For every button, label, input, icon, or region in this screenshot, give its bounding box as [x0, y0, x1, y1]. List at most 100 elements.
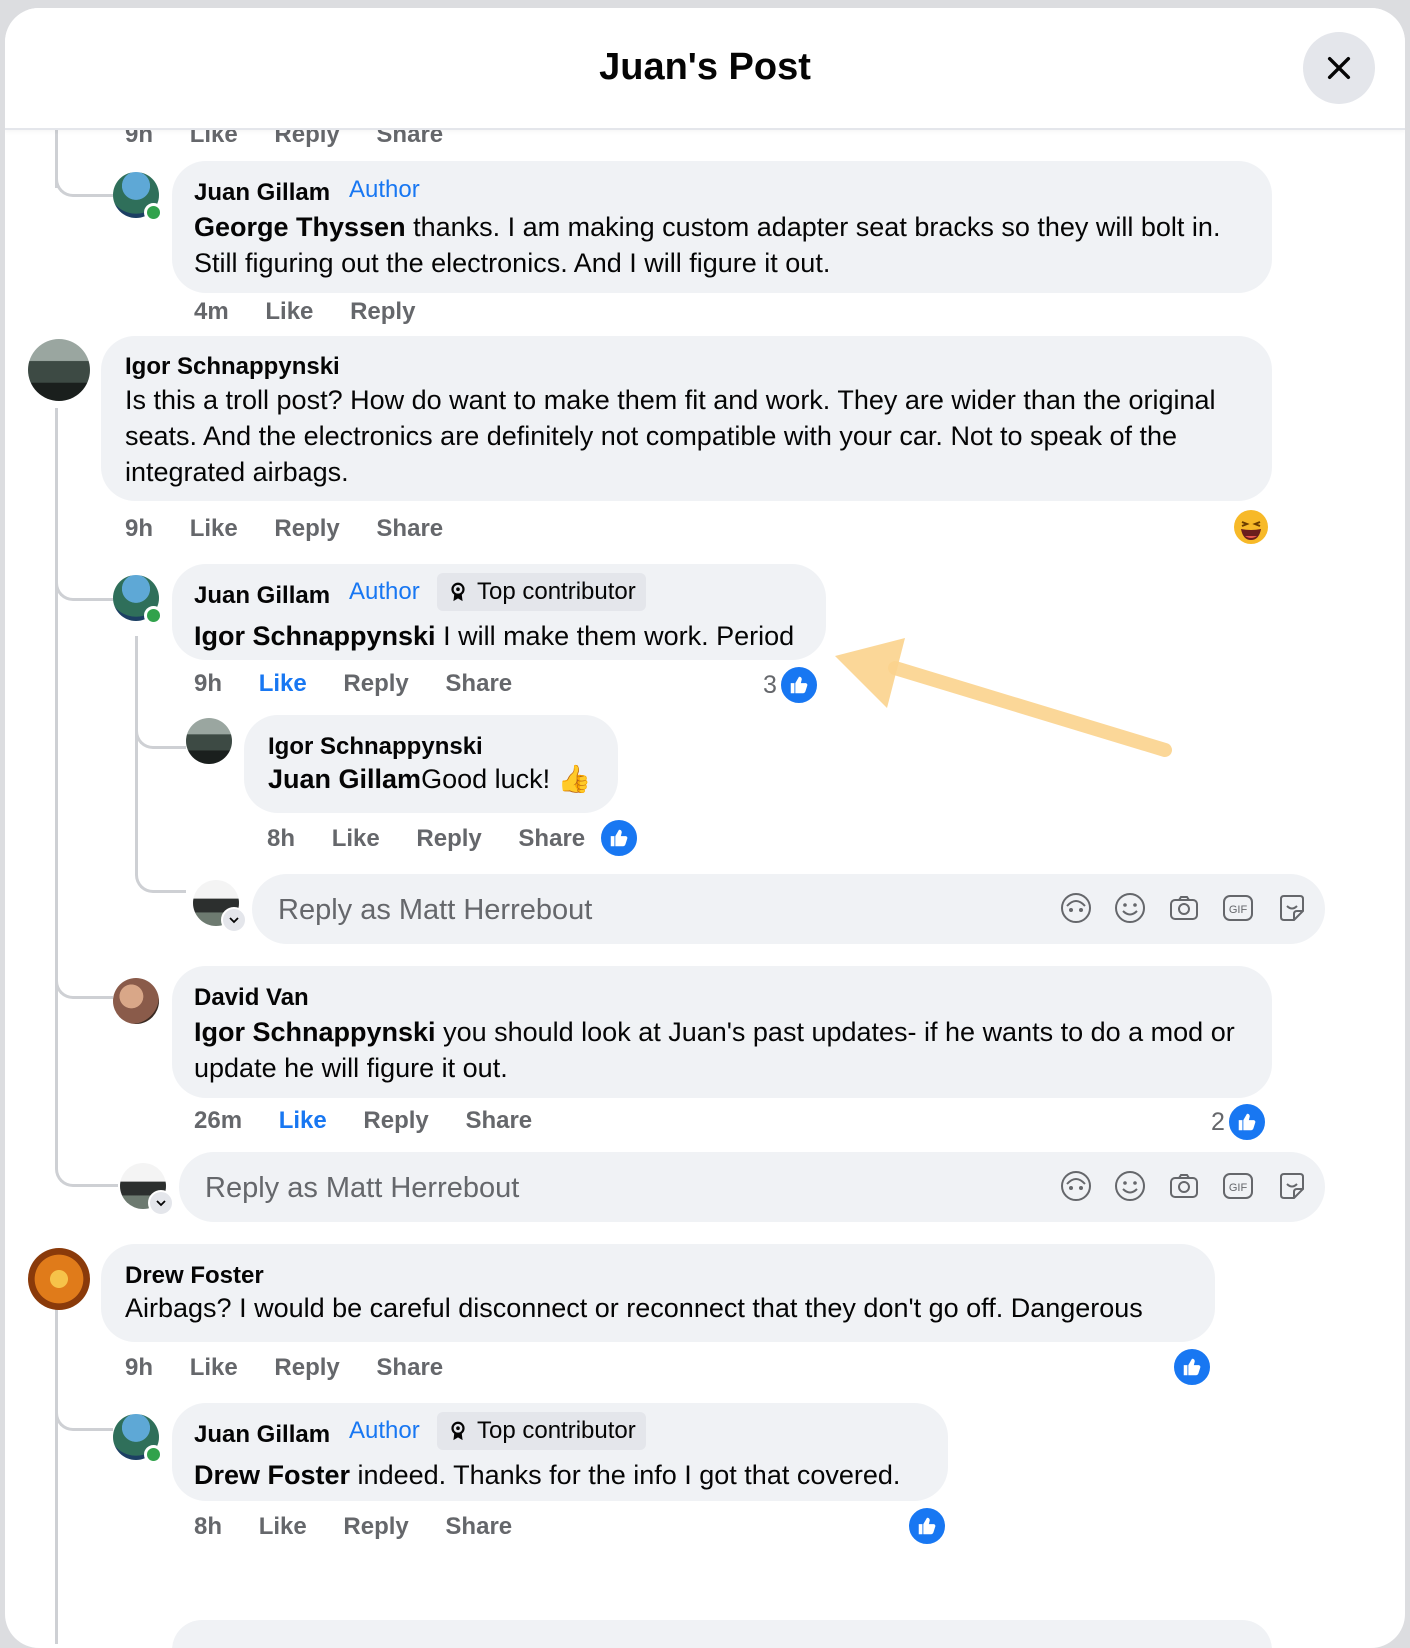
laughing-emoji-icon[interactable]	[1232, 508, 1270, 546]
like-icon	[1226, 1102, 1267, 1142]
timestamp: 26m	[194, 1107, 243, 1134]
thread-connector	[55, 968, 113, 999]
comment-text: Igor Schnappynski I will make them work.…	[194, 621, 795, 651]
comment-author[interactable]: Juan Gillam	[194, 1421, 330, 1449]
like-button[interactable]: Like	[190, 1354, 238, 1382]
comment-actions: 26m Like Reply Share	[194, 1107, 532, 1135]
like-button[interactable]: Like	[259, 670, 307, 698]
reply-input[interactable]	[203, 1152, 907, 1224]
comment-text: Drew Foster indeed. Thanks for the info …	[194, 1460, 901, 1490]
chevron-down-icon[interactable]	[148, 1190, 174, 1216]
comment-author[interactable]: Drew Foster	[125, 1262, 264, 1290]
comment-author[interactable]: Juan Gillam	[194, 582, 330, 610]
thread-connector	[55, 158, 113, 197]
reply-button[interactable]: Reply	[343, 1513, 408, 1541]
reply-composer: GIF	[179, 1152, 1325, 1224]
comment-actions: 9h Like Reply Share	[125, 515, 443, 543]
avatar[interactable]	[113, 978, 159, 1024]
reaction-count[interactable]	[907, 1506, 947, 1546]
chevron-down-icon[interactable]	[221, 907, 247, 933]
comment-author[interactable]: Igor Schnappynski	[268, 733, 483, 761]
sticker-icon[interactable]	[1275, 1169, 1309, 1203]
timestamp: 9h	[125, 515, 154, 542]
like-button[interactable]: Like	[190, 515, 238, 543]
emoji-icon[interactable]	[1113, 891, 1147, 925]
arrow-annotation	[835, 638, 1172, 757]
timestamp: 4m	[194, 298, 229, 325]
comment-actions: 9h Like Reply Share	[194, 670, 512, 698]
author-tag: Author	[349, 176, 420, 203]
reaction-count[interactable]: 3	[763, 665, 819, 705]
gif-icon[interactable]: GIF	[1221, 1169, 1255, 1203]
mention[interactable]: Drew Foster	[194, 1460, 350, 1490]
share-button[interactable]: Share	[376, 1354, 443, 1382]
thread-connector	[55, 1388, 113, 1431]
avatar-sticker-icon[interactable]	[1059, 891, 1093, 925]
share-button[interactable]: Share	[518, 825, 585, 853]
svg-text:GIF: GIF	[1229, 904, 1248, 916]
like-button[interactable]: Like	[332, 825, 380, 853]
online-indicator	[144, 606, 163, 625]
close-button[interactable]	[1303, 32, 1375, 104]
reaction-count[interactable]: 2	[1211, 1102, 1267, 1142]
composer-tools: GIF	[1059, 891, 1309, 925]
share-button[interactable]: Share	[445, 1513, 512, 1541]
like-icon	[1172, 1347, 1212, 1387]
reply-button[interactable]: Reply	[274, 1354, 339, 1382]
comment-author[interactable]: David Van	[194, 984, 309, 1012]
thread-line	[135, 636, 138, 866]
mention[interactable]: Igor Schnappynski	[194, 1017, 436, 1047]
page-title: Juan's Post	[599, 46, 811, 88]
reply-composer: GIF	[252, 874, 1325, 946]
timestamp: 8h	[267, 825, 296, 852]
mention[interactable]: George Thyssen	[194, 212, 406, 242]
mention[interactable]: Juan Gillam	[268, 764, 421, 794]
avatar[interactable]	[28, 339, 90, 401]
comment-actions: 9h Like Reply Share	[125, 1354, 443, 1382]
thread-line	[55, 1304, 58, 1644]
reply-button[interactable]: Reply	[416, 825, 481, 853]
reaction-count[interactable]	[599, 818, 639, 858]
author-tag: Author	[349, 578, 420, 605]
camera-icon[interactable]	[1167, 1169, 1201, 1203]
camera-icon[interactable]	[1167, 891, 1201, 925]
reply-button[interactable]: Reply	[363, 1107, 428, 1135]
reply-input[interactable]	[276, 874, 980, 946]
comment-text: George Thyssen thanks. I am making custo…	[194, 212, 1221, 278]
reply-button[interactable]: Reply	[274, 515, 339, 543]
top-contributor-icon	[451, 582, 465, 602]
comment-author[interactable]: Igor Schnappynski	[125, 353, 340, 381]
share-button[interactable]: Share	[445, 670, 512, 698]
close-icon	[1327, 56, 1351, 80]
mention[interactable]: Igor Schnappynski	[194, 621, 436, 651]
reaction-count[interactable]	[1172, 1347, 1212, 1387]
like-button[interactable]: Like	[279, 1107, 327, 1135]
reply-button[interactable]: Reply	[350, 298, 415, 326]
composer-tools: GIF	[1059, 1169, 1309, 1203]
thread-connector	[135, 708, 186, 749]
avatar[interactable]	[28, 1248, 90, 1310]
online-indicator	[144, 203, 163, 222]
comment-bubble: Juan Gillam Author Top contributor Igor …	[172, 564, 826, 660]
like-button[interactable]: Like	[259, 1513, 307, 1541]
emoji-icon[interactable]	[1113, 1169, 1147, 1203]
reply-button[interactable]: Reply	[343, 670, 408, 698]
like-button[interactable]: Like	[265, 298, 313, 326]
top-contributor-badge: Top contributor	[437, 1412, 646, 1450]
comment-bubble: Igor Schnappynski Is this a troll post? …	[101, 336, 1272, 501]
comment-bubble: David Van Igor Schnappynski you should l…	[172, 966, 1272, 1098]
comment-actions: 4m Like Reply	[194, 298, 415, 326]
avatar[interactable]	[186, 718, 232, 764]
sticker-icon[interactable]	[1275, 891, 1309, 925]
post-dialog: Juan's Post 9h Like Reply Share Juan Gil…	[5, 8, 1405, 1648]
avatar-sticker-icon[interactable]	[1059, 1169, 1093, 1203]
like-icon	[778, 665, 819, 705]
like-icon	[907, 1506, 947, 1546]
comment-author[interactable]: Juan Gillam	[194, 179, 330, 207]
thread-connector	[135, 848, 186, 893]
comment-text: Igor Schnappynski you should look at Jua…	[194, 1017, 1235, 1083]
share-button[interactable]: Share	[376, 515, 443, 543]
share-button[interactable]: Share	[465, 1107, 532, 1135]
gif-icon[interactable]: GIF	[1221, 891, 1255, 925]
comment-bubble: Juan Gillam Author Top contributor Drew …	[172, 1403, 948, 1501]
